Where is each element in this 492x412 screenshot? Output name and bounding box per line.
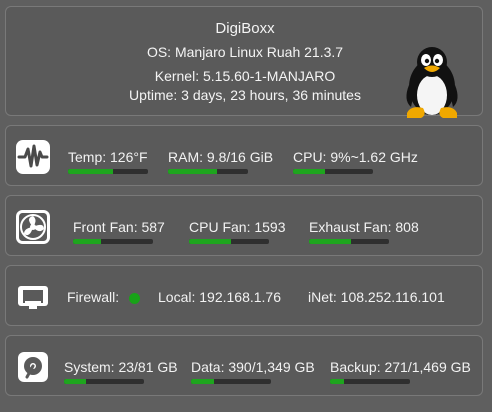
kernel-label: Kernel: — [154, 68, 200, 84]
temp-label: Temp: 126°F — [68, 149, 148, 165]
cpu-bar — [293, 169, 373, 174]
os-value: Manjaro Linux Ruah 21.3.7 — [174, 44, 344, 60]
fan-icon — [16, 210, 50, 244]
firewall-status-indicator — [129, 293, 140, 304]
backup-disk-label: Backup: 271/1,469 GB — [330, 359, 471, 375]
ram-bar — [168, 169, 248, 174]
front-fan-label: Front Fan: 587 — [73, 219, 165, 235]
cpu-bar-fill — [293, 169, 325, 174]
backup-disk-bar-fill — [330, 379, 345, 384]
storage-panel: System: 23/81 GB Data: 390/1,349 GB Back… — [5, 335, 483, 396]
exhaust-fan-label: Exhaust Fan: 808 — [309, 219, 419, 235]
backup-disk-bar — [330, 379, 410, 384]
system-info-panel: DigiBoxx OS: Manjaro Linux Ruah 21.3.7 K… — [5, 6, 483, 118]
ram-bar-fill — [168, 169, 217, 174]
sensors-panel: Temp: 126°F RAM: 9.8/16 GiB CPU: 9%~1.62… — [5, 125, 483, 186]
system-disk-bar — [64, 379, 144, 384]
fans-panel: Front Fan: 587 CPU Fan: 1593 Exhaust Fan… — [5, 195, 483, 256]
system-disk-bar-fill — [64, 379, 87, 384]
inet-ip: iNet: 108.252.116.101 — [308, 289, 445, 305]
hard-drive-icon — [18, 352, 48, 382]
hostname: DigiBoxx — [215, 20, 275, 37]
cpu-fan-bar-fill — [189, 239, 231, 244]
os-label: OS: — [146, 44, 172, 60]
temp-bar-fill — [68, 169, 113, 174]
activity-pulse-icon — [16, 140, 50, 174]
temp-bar — [68, 169, 148, 174]
data-disk-label: Data: 390/1,349 GB — [191, 359, 315, 375]
local-ip: Local: 192.168.1.76 — [158, 289, 281, 305]
cpu-label: CPU: 9%~1.62 GHz — [293, 149, 418, 165]
system-disk-label: System: 23/81 GB — [64, 359, 178, 375]
cpu-fan-label: CPU Fan: 1593 — [189, 219, 286, 235]
firewall-label: Firewall: — [67, 289, 120, 305]
kernel-value: 5.15.60-1-MANJARO — [202, 68, 336, 84]
network-panel: Firewall: Local: 192.168.1.76 iNet: 108.… — [5, 265, 483, 326]
exhaust-fan-bar-fill — [309, 239, 351, 244]
front-fan-bar — [73, 239, 153, 244]
cpu-fan-bar — [189, 239, 269, 244]
data-disk-bar-fill — [191, 379, 215, 384]
data-disk-bar — [191, 379, 271, 384]
network-monitor-icon — [18, 286, 48, 309]
exhaust-fan-bar — [309, 239, 389, 244]
front-fan-bar-fill — [73, 239, 101, 244]
ram-label: RAM: 9.8/16 GiB — [168, 149, 274, 165]
tux-penguin-icon — [406, 47, 458, 118]
